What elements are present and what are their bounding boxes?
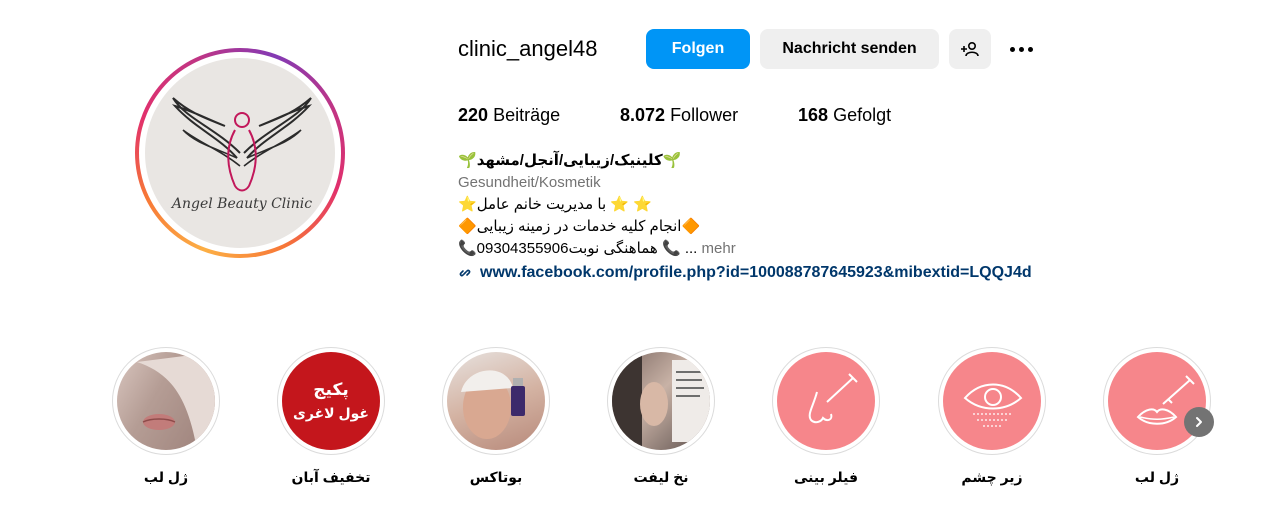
bio-line-1: ⭐با مدیریت خانم عامل ⭐ ⭐ [458,196,652,213]
photo-thumbnail [137,352,215,450]
more-dots-icon [1009,46,1015,52]
highlight-thumbnail: پکیج غول لاغری [282,352,380,450]
bio-name: 🌱کلینیک/زیبایی/آنجل/مشهد🌱 [458,152,682,169]
highlight-thumbnail [117,352,215,450]
highlight-ring[interactable] [607,347,715,455]
highlight-thumbnail [943,352,1041,450]
highlight-ring[interactable] [1103,347,1211,455]
more-text-link[interactable]: mehr [702,240,736,257]
thumbnail-text-2: غول لاغری [293,405,369,421]
posts-count: 220 [458,105,489,125]
highlight-label: تخفیف آبان [291,469,371,485]
followers-count: 8.072 [620,105,666,125]
add-user-icon [961,41,979,57]
highlight-thumbnail [447,352,545,450]
following-label: Gefolgt [833,105,892,125]
send-message-button[interactable]: Nachricht senden [760,29,939,69]
photo-thumbnail [461,370,525,439]
link-icon [459,269,471,277]
followers-stat[interactable]: 8.072 Follower [620,105,738,126]
avatar-logo: Angel Beauty Clinic [145,58,335,248]
more-dots-icon [1027,46,1033,52]
profile-username: clinic_angel48 [458,36,598,61]
highlight-botox[interactable]: بوتاکس [441,347,551,486]
bio-line-3: 📞09304355906هماهنگی نوبت 📞 ... [458,240,698,257]
highlight-thread-lift[interactable]: نخ لیفت [606,347,716,486]
thumbnail-text-1: پکیج [313,380,349,399]
highlight-aban-discount[interactable]: پکیج غول لاغری تخفیف آبان [276,347,386,486]
eye-icon [963,383,1023,427]
highlight-label: ژل لب [1134,469,1180,485]
following-stat[interactable]: 168 Gefolgt [798,105,891,126]
profile-bio: 🌱کلینیک/زیبایی/آنجل/مشهد🌱 Gesundheit/Kos… [458,150,1098,284]
posts-stat: 220 Beiträge [458,105,560,126]
highlight-label: فیلر بینی [793,469,859,485]
highlight-ring[interactable]: پکیج غول لاغری [277,347,385,455]
bio-line-2: 🔶انجام کلیه خدمات در زمینه زیبایی🔶 [458,218,701,235]
bio-link-row: www.facebook.com/profile.php?id=10008878… [458,262,1098,284]
following-count: 168 [798,105,829,125]
followers-label: Follower [670,105,739,125]
bio-website-link[interactable]: www.facebook.com/profile.php?id=10008878… [480,262,1032,284]
avatar-logo-text: Angel Beauty Clinic [170,196,312,212]
angel-wings-logo: Angel Beauty Clinic [170,97,312,212]
avatar-frame: Angel Beauty Clinic [139,52,341,254]
highlight-thumbnail [612,352,710,450]
bio-category: Gesundheit/Kosmetik [458,174,601,191]
highlight-thumbnail [777,352,875,450]
highlight-under-eye[interactable]: زیر چشم [937,347,1047,486]
highlight-label: ژل لب [143,469,189,485]
more-dots-icon [1018,46,1024,52]
more-options-button[interactable] [1004,36,1038,62]
photo-thumbnail [612,352,710,450]
highlight-lip-gel-2[interactable]: ژل لب [111,347,221,486]
suggest-similar-button[interactable] [949,29,991,69]
highlight-ring[interactable] [772,347,880,455]
highlight-label: زیر چشم [961,469,1023,485]
chevron-right-icon [1196,417,1202,427]
highlights-next-button[interactable] [1184,407,1214,437]
follow-button[interactable]: Folgen [646,29,750,69]
nose-syringe-icon [808,373,858,424]
profile-avatar[interactable]: Angel Beauty Clinic [135,48,345,258]
highlight-ring[interactable] [442,347,550,455]
posts-label: Beiträge [493,105,561,125]
highlight-ring[interactable] [112,347,220,455]
highlight-nose-filler[interactable]: فیلر بینی [771,347,881,486]
highlight-ring[interactable] [938,347,1046,455]
bio-line-3-wrap: 📞09304355906هماهنگی نوبت 📞 ... mehr [458,238,1098,260]
highlight-label: بوتاکس [469,469,523,485]
highlight-label: نخ لیفت [633,469,689,485]
